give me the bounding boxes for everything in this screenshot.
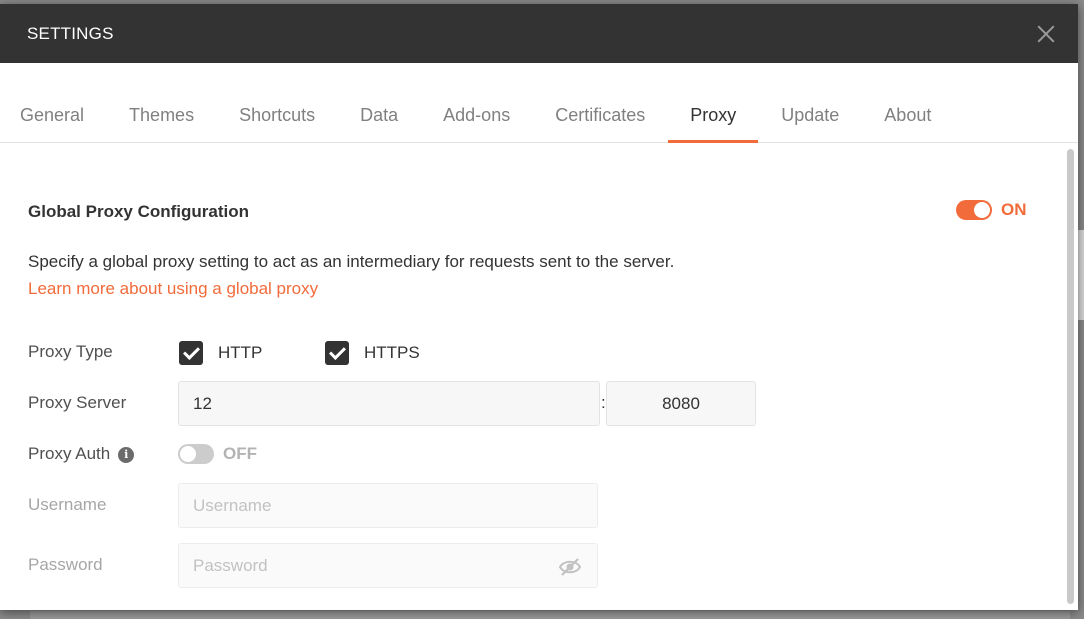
- tab-about[interactable]: About: [884, 105, 931, 142]
- toggle-state-label: ON: [1001, 200, 1027, 219]
- proxy-auth-knob: [180, 446, 196, 462]
- modal-title: SETTINGS: [27, 23, 114, 43]
- toggle-knob: [974, 202, 990, 218]
- tab-add-ons[interactable]: Add-ons: [443, 105, 510, 142]
- https-checkbox[interactable]: [325, 341, 349, 365]
- proxy-host-input[interactable]: [178, 381, 600, 426]
- info-icon[interactable]: i: [118, 447, 135, 463]
- https-checkbox-label: HTTPS: [364, 343, 420, 362]
- proxy-auth-state-label: OFF: [223, 444, 257, 463]
- eye-slash-icon[interactable]: [558, 557, 582, 577]
- https-checkbox-group[interactable]: HTTPS: [325, 341, 420, 365]
- modal-header: SETTINGS: [0, 4, 1078, 63]
- proxy-auth-toggle[interactable]: OFF: [178, 444, 257, 464]
- tab-proxy[interactable]: Proxy: [668, 105, 759, 143]
- settings-tabs: General Themes Shortcuts Data Add-ons Ce…: [0, 63, 1078, 143]
- proxy-auth-label: Proxy Auth: [28, 444, 111, 463]
- http-checkbox-group[interactable]: HTTP: [179, 341, 262, 365]
- tab-data[interactable]: Data: [360, 105, 398, 142]
- tab-themes[interactable]: Themes: [129, 105, 194, 142]
- tab-general[interactable]: General: [20, 105, 84, 142]
- learn-more-link[interactable]: Learn more about using a global proxy: [28, 279, 318, 299]
- proxy-type-label: Proxy Type: [28, 342, 113, 361]
- toggle-switch[interactable]: [956, 200, 992, 220]
- vertical-scrollbar[interactable]: [1067, 149, 1074, 604]
- proxy-auth-label-row: Proxy Auth i: [28, 444, 135, 464]
- proxy-auth-switch[interactable]: [178, 444, 214, 464]
- password-label: Password: [28, 555, 103, 574]
- global-proxy-toggle[interactable]: ON: [956, 200, 1027, 220]
- username-label: Username: [28, 495, 107, 514]
- proxy-description: Specify a global proxy setting to act as…: [28, 252, 675, 271]
- http-checkbox-label: HTTP: [218, 343, 263, 362]
- tab-certificates[interactable]: Certificates: [555, 105, 645, 142]
- proxy-port-input[interactable]: [606, 381, 756, 426]
- password-input[interactable]: [178, 543, 598, 588]
- proxy-settings-panel: Global Proxy Configuration ON Specify a …: [0, 143, 1078, 610]
- close-icon[interactable]: [1034, 22, 1058, 46]
- section-title: Global Proxy Configuration: [28, 202, 250, 221]
- background-footer-edge: [30, 611, 1070, 619]
- tab-shortcuts[interactable]: Shortcuts: [239, 105, 315, 142]
- proxy-server-label: Proxy Server: [28, 393, 127, 412]
- settings-modal: SETTINGS General Themes Shortcuts Data A…: [0, 4, 1078, 610]
- tab-update[interactable]: Update: [781, 105, 839, 142]
- http-checkbox[interactable]: [179, 341, 203, 365]
- username-input[interactable]: [178, 483, 598, 528]
